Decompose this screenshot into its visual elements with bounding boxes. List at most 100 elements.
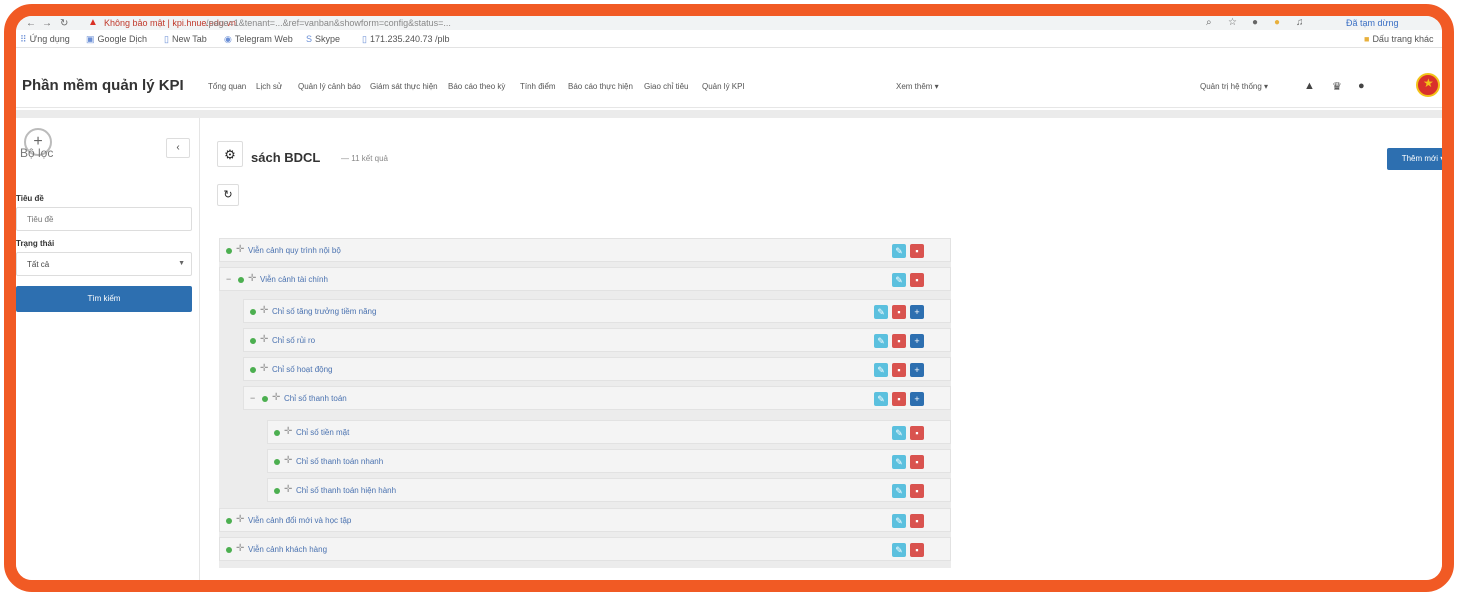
search-icon[interactable]: ⌕ bbox=[1206, 17, 1212, 28]
drag-handle-icon[interactable]: ✛ bbox=[248, 273, 256, 284]
edit-icon[interactable]: ✎ bbox=[874, 305, 888, 319]
bookmark-ip[interactable]: ▯ 171.235.240.73 /plb bbox=[362, 34, 450, 45]
drag-handle-icon[interactable]: ✛ bbox=[260, 363, 268, 374]
status-select[interactable]: Tất cả ▼ bbox=[16, 252, 192, 276]
tree-node-label[interactable]: Chỉ số hoạt động bbox=[272, 365, 333, 374]
admin-dropdown[interactable]: Quản trị hệ thống ▾ bbox=[1200, 82, 1268, 91]
tree-node[interactable]: ✛ Chỉ số rủi ro ✎ ▪ + bbox=[243, 328, 951, 352]
delete-icon[interactable]: ▪ bbox=[910, 273, 924, 287]
add-new-dropdown-button[interactable]: Thêm mới ▾ bbox=[1387, 148, 1442, 170]
tree-node-label[interactable]: Chỉ số thanh toán bbox=[284, 394, 347, 403]
star-icon[interactable]: ☆ bbox=[1228, 17, 1237, 28]
nav-period-report[interactable]: Báo cáo theo kỳ bbox=[448, 82, 505, 91]
collapse-toggle-icon[interactable]: − bbox=[226, 274, 231, 284]
tree-node-label[interactable]: Chỉ số thanh toán hiện hành bbox=[296, 486, 396, 495]
edit-icon[interactable]: ✎ bbox=[892, 514, 906, 528]
delete-icon[interactable]: ▪ bbox=[910, 484, 924, 498]
forward-icon[interactable]: → bbox=[42, 18, 52, 29]
drag-handle-icon[interactable]: ✛ bbox=[236, 514, 244, 525]
tree-node-label[interactable]: Viễn cảnh quy trình nội bộ bbox=[248, 246, 341, 255]
edit-icon[interactable]: ✎ bbox=[892, 484, 906, 498]
tree-node-label[interactable]: Viễn cảnh tài chính bbox=[260, 275, 328, 284]
nav-scoring[interactable]: Tính điểm bbox=[520, 82, 556, 91]
tree-node-label[interactable]: Viễn cảnh khách hàng bbox=[248, 545, 327, 554]
bookmark-apps[interactable]: ⠿ Ứng dụng bbox=[20, 34, 70, 45]
drag-handle-icon[interactable]: ✛ bbox=[236, 543, 244, 554]
tree-node[interactable]: ✛ Viễn cảnh khách hàng ✎ ▪ bbox=[219, 537, 951, 561]
extension-icon[interactable]: ● bbox=[1274, 17, 1280, 28]
tree-node[interactable]: ✛ Viễn cảnh đổi mới và học tập ✎ ▪ bbox=[219, 508, 951, 532]
nav-overview[interactable]: Tổng quan bbox=[208, 82, 246, 91]
nav-assign-targets[interactable]: Giao chỉ tiêu bbox=[644, 82, 688, 91]
edit-icon[interactable]: ✎ bbox=[874, 363, 888, 377]
nav-progress-report[interactable]: Báo cáo thực hiện bbox=[568, 82, 633, 91]
delete-icon[interactable]: ▪ bbox=[892, 305, 906, 319]
drag-handle-icon[interactable]: ✛ bbox=[236, 244, 244, 255]
edit-icon[interactable]: ✎ bbox=[892, 426, 906, 440]
url-text[interactable]: /page=1&tenant=...&ref=vanban&showform=c… bbox=[206, 18, 766, 28]
back-icon[interactable]: ← bbox=[26, 18, 36, 29]
tree-node-label[interactable]: Chỉ số tiền mặt bbox=[296, 428, 349, 437]
add-child-icon[interactable]: + bbox=[910, 363, 924, 377]
bookmark-new-tab[interactable]: ▯ New Tab bbox=[164, 34, 207, 45]
tree-node-label[interactable]: Chỉ số thanh toán nhanh bbox=[296, 457, 383, 466]
avatar[interactable] bbox=[1416, 73, 1440, 97]
extensions-puzzle-icon[interactable]: ♫ bbox=[1296, 17, 1304, 28]
delete-icon[interactable]: ▪ bbox=[892, 334, 906, 348]
drag-handle-icon[interactable]: ✛ bbox=[284, 484, 292, 495]
drag-handle-icon[interactable]: ✛ bbox=[284, 426, 292, 437]
collapse-toggle-icon[interactable]: − bbox=[250, 393, 255, 403]
edit-icon[interactable]: ✎ bbox=[874, 392, 888, 406]
tree-node[interactable]: ✛ Chỉ số thanh toán hiện hành ✎ ▪ bbox=[267, 478, 951, 502]
drag-handle-icon[interactable]: ✛ bbox=[284, 455, 292, 466]
add-child-icon[interactable]: + bbox=[910, 305, 924, 319]
delete-icon[interactable]: ▪ bbox=[892, 392, 906, 406]
delete-icon[interactable]: ▪ bbox=[892, 363, 906, 377]
drag-handle-icon[interactable]: ✛ bbox=[272, 392, 280, 403]
nav-alerts[interactable]: Quản lý cảnh báo bbox=[298, 82, 361, 91]
bookmark-google-translate[interactable]: ▣ Google Dịch bbox=[86, 34, 147, 45]
drag-handle-icon[interactable]: ✛ bbox=[260, 334, 268, 345]
delete-icon[interactable]: ▪ bbox=[910, 244, 924, 258]
delete-icon[interactable]: ▪ bbox=[910, 543, 924, 557]
title-input[interactable] bbox=[16, 207, 192, 231]
delete-icon[interactable]: ▪ bbox=[910, 455, 924, 469]
tree-node[interactable]: − ✛ Chỉ số thanh toán ✎ ▪ + bbox=[243, 386, 951, 410]
search-button[interactable]: Tìm kiếm bbox=[16, 286, 192, 312]
tree-node-label[interactable]: Chỉ số rủi ro bbox=[272, 336, 315, 345]
nav-monitoring[interactable]: Giám sát thực hiện bbox=[370, 82, 438, 91]
tree-node[interactable]: ✛ Chỉ số thanh toán nhanh ✎ ▪ bbox=[267, 449, 951, 473]
edit-icon[interactable]: ✎ bbox=[892, 244, 906, 258]
tree-node-label[interactable]: Viễn cảnh đổi mới và học tập bbox=[248, 516, 351, 525]
edit-icon[interactable]: ✎ bbox=[892, 543, 906, 557]
add-child-icon[interactable]: + bbox=[910, 334, 924, 348]
tree-node[interactable]: ✛ Chỉ số hoạt động ✎ ▪ + bbox=[243, 357, 951, 381]
nav-kpi-management[interactable]: Quản lý KPI bbox=[702, 82, 745, 91]
refresh-icon[interactable]: ↻ bbox=[217, 184, 239, 206]
delete-icon[interactable]: ▪ bbox=[910, 514, 924, 528]
nav-more-dropdown[interactable]: Xem thêm ▾ bbox=[896, 82, 939, 91]
app-title[interactable]: Phần mềm quản lý KPI bbox=[22, 77, 184, 94]
bookmark-telegram[interactable]: ◉ Telegram Web bbox=[224, 34, 293, 45]
profile-status[interactable]: Đã tạm dừng bbox=[1346, 18, 1399, 28]
trophy-icon[interactable]: ♛ bbox=[1332, 80, 1342, 93]
bell-icon[interactable]: ▲ bbox=[1304, 80, 1315, 92]
delete-icon[interactable]: ▪ bbox=[910, 426, 924, 440]
tree-node[interactable]: − ✛ Viễn cảnh tài chính ✎ ▪ bbox=[219, 267, 951, 291]
add-child-icon[interactable]: + bbox=[910, 392, 924, 406]
reload-icon[interactable]: ↻ bbox=[60, 18, 68, 29]
chat-icon[interactable]: ● bbox=[1358, 80, 1365, 92]
edit-icon[interactable]: ✎ bbox=[892, 273, 906, 287]
tree-node[interactable]: ✛ Chỉ số tiền mặt ✎ ▪ bbox=[267, 420, 951, 444]
tree-node[interactable]: ✛ Chỉ số tăng trưởng tiềm năng ✎ ▪ + bbox=[243, 299, 951, 323]
bookmark-skype[interactable]: S Skype bbox=[306, 34, 340, 44]
edit-icon[interactable]: ✎ bbox=[892, 455, 906, 469]
extension-icon[interactable]: ● bbox=[1252, 17, 1258, 28]
tree-node[interactable]: ✛ Viễn cảnh quy trình nội bộ ✎ ▪ bbox=[219, 238, 951, 262]
drag-handle-icon[interactable]: ✛ bbox=[260, 305, 268, 316]
bookmark-other[interactable]: ■ Dấu trang khác bbox=[1364, 34, 1433, 44]
edit-icon[interactable]: ✎ bbox=[874, 334, 888, 348]
nav-history[interactable]: Lịch sử bbox=[256, 82, 282, 91]
collapse-sidebar-button[interactable]: ‹ bbox=[166, 138, 190, 158]
gear-icon[interactable]: ⚙ bbox=[217, 141, 243, 167]
